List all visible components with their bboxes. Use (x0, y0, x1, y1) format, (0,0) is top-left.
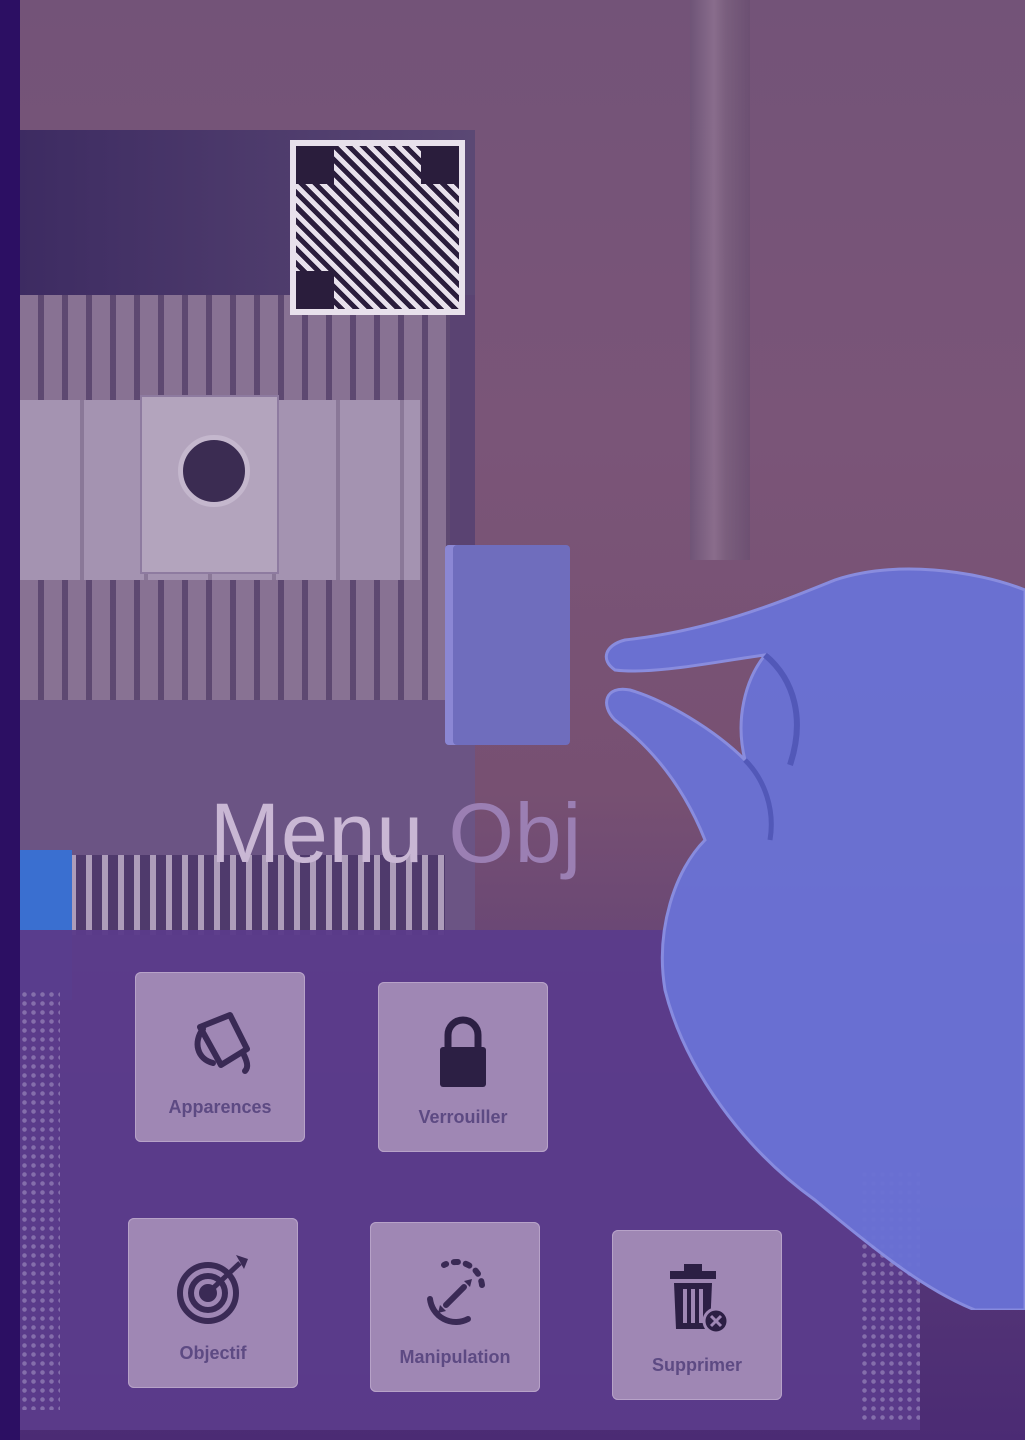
paint-bucket-icon (194, 1011, 251, 1074)
menu-title: Menu Obj (210, 785, 582, 882)
supprimer-label: Supprimer (651, 1354, 743, 1375)
manipulation-button[interactable]: Manipulation (370, 1222, 540, 1392)
rotary-dial (178, 435, 250, 507)
target-icon (177, 1254, 248, 1324)
qr-code (290, 140, 465, 315)
grabbed-breaker-module[interactable] (445, 545, 570, 745)
vr-scene: Menu Obj Apparences Verrouiller Objectif… (0, 0, 1025, 1440)
objectif-label: Objectif (179, 1342, 247, 1363)
lock-icon (440, 1016, 486, 1087)
verrouiller-label: Verrouiller (418, 1106, 508, 1127)
objectif-button[interactable]: Objectif (128, 1218, 298, 1388)
panel-dot-pattern-left (20, 990, 60, 1410)
apparences-button[interactable]: Apparences (135, 972, 305, 1142)
menu-title-word-2: Obj (448, 786, 583, 880)
vr-hand (604, 567, 1025, 1310)
manipulation-label: Manipulation (399, 1346, 511, 1367)
menu-title-word-1: Menu (210, 786, 425, 880)
manipulation-arrows-icon (427, 1258, 485, 1325)
apparences-label: Apparences (168, 1096, 272, 1117)
left-edge-bar (0, 0, 20, 1440)
door-frame (690, 0, 750, 560)
verrouiller-button[interactable]: Verrouiller (378, 982, 548, 1152)
